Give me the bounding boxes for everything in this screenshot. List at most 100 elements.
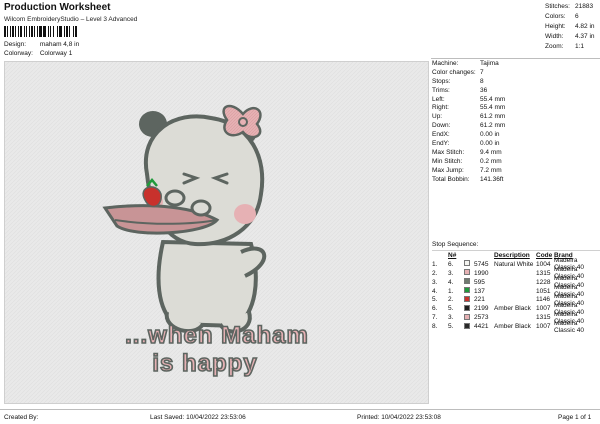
info-label: Color changes: xyxy=(432,68,476,76)
summary-value: 4.37 in xyxy=(575,32,595,40)
thread-color-swatch xyxy=(464,322,470,329)
thread-description: Natural White xyxy=(494,260,534,268)
design-value: maham 4,8 in xyxy=(39,41,80,48)
info-label: Trims: xyxy=(432,86,450,94)
info-label: Max Stitch: xyxy=(432,148,465,156)
thread-number: 221 xyxy=(474,296,485,304)
needle-number: 3. xyxy=(448,269,454,277)
stop-number: 4. xyxy=(432,287,438,295)
info-value: 0.00 in xyxy=(480,139,500,147)
info-row: Up: 61.2 mm xyxy=(432,112,600,121)
info-row: Down: 61.2 mm xyxy=(432,121,600,130)
thread-color-swatch xyxy=(464,287,470,293)
summary-value: 6 xyxy=(575,13,579,21)
thread-number: 595 xyxy=(474,278,485,286)
header-description: Description xyxy=(494,251,530,259)
summary-value: 21883 xyxy=(575,3,594,11)
needle-number: 6. xyxy=(448,260,454,268)
info-value: 7.2 mm xyxy=(480,166,502,174)
embroidery-design-preview: ...when Maham is happy xyxy=(4,61,429,404)
stop-rows: 1. 6. 5745 Natural White 1004 Madeira Classic… xyxy=(432,257,600,334)
summary-row: Width: 4.37 in xyxy=(545,31,600,41)
info-label: Machine: xyxy=(432,59,459,67)
thread-code: 1007 xyxy=(536,323,551,331)
page-footer: Created By: Last Saved: 10/04/2022 23:53… xyxy=(0,409,600,424)
info-row: Min Stitch: 0.2 mm xyxy=(432,157,600,166)
info-label: Up: xyxy=(432,113,443,121)
thread-description: Amber Black xyxy=(494,323,531,331)
stop-number: 6. xyxy=(432,305,438,313)
info-row: Total Bobbin: 141.36ft xyxy=(432,175,600,184)
thread-brand: Madeira Classic 40 xyxy=(554,319,584,334)
last-saved: Last Saved: 10/04/2022 23:53:06 xyxy=(150,413,246,421)
needle-number: 1. xyxy=(448,287,454,295)
thread-code: 1228 xyxy=(536,278,551,286)
info-value: 0.2 mm xyxy=(480,157,502,165)
info-value: 55.4 mm xyxy=(480,95,506,103)
machine-info-panel: Machine: Tajima Color changes: 7 Stops: 8 Trim… xyxy=(432,59,600,183)
design-label: Design: xyxy=(4,41,27,48)
color-swatch xyxy=(464,322,472,331)
header-n: N# xyxy=(448,251,457,259)
info-row: Left: 55.4 mm xyxy=(432,95,600,104)
info-value: 0.00 in xyxy=(480,131,500,139)
summary-value: 1:1 xyxy=(575,42,585,50)
info-value: 36 xyxy=(480,86,488,94)
info-value: Tajima xyxy=(480,59,499,67)
bear-body xyxy=(156,239,258,329)
thread-color-swatch xyxy=(464,269,470,276)
worksheet-title: Production Worksheet xyxy=(4,2,111,13)
thread-number: 5745 xyxy=(474,260,489,268)
summary-row: Stitches: 21883 xyxy=(545,2,600,12)
info-row: Stops: 8 xyxy=(432,77,600,86)
thread-number: 4421 xyxy=(474,323,489,331)
thread-code: 1146 xyxy=(536,296,550,304)
embroidery-artwork: ...when Maham is happy xyxy=(5,62,428,403)
thread-code: 1004 xyxy=(536,260,551,268)
header-code: Code xyxy=(536,251,553,259)
color-swatch xyxy=(464,278,472,286)
design-text-line1: ...when Maham xyxy=(125,322,309,349)
info-value: 61.2 mm xyxy=(480,122,506,130)
thread-color-swatch xyxy=(464,304,470,311)
printed-date: Printed: 10/04/2022 23:53:08 xyxy=(357,413,441,421)
colorway-row: Colorway: Colorway 1 xyxy=(4,50,72,57)
design-row: Design: maham 4,8 in xyxy=(4,41,79,48)
thread-number: 1990 xyxy=(474,269,489,277)
stop-number: 3. xyxy=(432,278,438,286)
stop-number: 1. xyxy=(432,260,438,268)
thread-color-swatch xyxy=(464,278,470,285)
thread-number: 2199 xyxy=(474,305,489,313)
stop-number: 2. xyxy=(432,269,438,277)
needle-number: 5. xyxy=(448,323,454,331)
stop-number: 8. xyxy=(432,323,438,331)
colorway-label: Colorway: xyxy=(4,50,33,57)
info-value: 61.2 mm xyxy=(480,113,506,121)
summary-row: Colors: 6 xyxy=(545,12,600,22)
info-row: Right: 55.4 mm xyxy=(432,103,600,112)
needle-number: 3. xyxy=(448,314,454,322)
info-row: EndX: 0.00 in xyxy=(432,130,600,139)
thread-color-swatch xyxy=(464,260,470,267)
color-swatch xyxy=(464,287,472,295)
created-by: Created By: xyxy=(4,413,39,421)
right-paw xyxy=(190,199,212,217)
color-swatch xyxy=(464,295,472,304)
stop-number: 5. xyxy=(432,296,438,304)
info-value: 141.36ft xyxy=(480,175,504,183)
needle-number: 5. xyxy=(448,305,454,313)
barcode xyxy=(4,26,106,37)
info-label: EndX: xyxy=(432,131,450,139)
info-value: 9.4 mm xyxy=(480,148,502,156)
summary-label: Width: xyxy=(545,32,564,40)
info-label: Max Jump: xyxy=(432,166,464,174)
color-swatch xyxy=(464,304,472,313)
info-label: EndY: xyxy=(432,139,450,147)
thread-color-swatch xyxy=(464,295,470,302)
info-value: 7 xyxy=(480,68,484,76)
info-label: Down: xyxy=(432,122,451,130)
info-label: Stops: xyxy=(432,77,451,85)
info-label: Right: xyxy=(432,104,449,112)
thread-code: 1007 xyxy=(536,305,551,313)
bow-knot xyxy=(238,117,248,127)
